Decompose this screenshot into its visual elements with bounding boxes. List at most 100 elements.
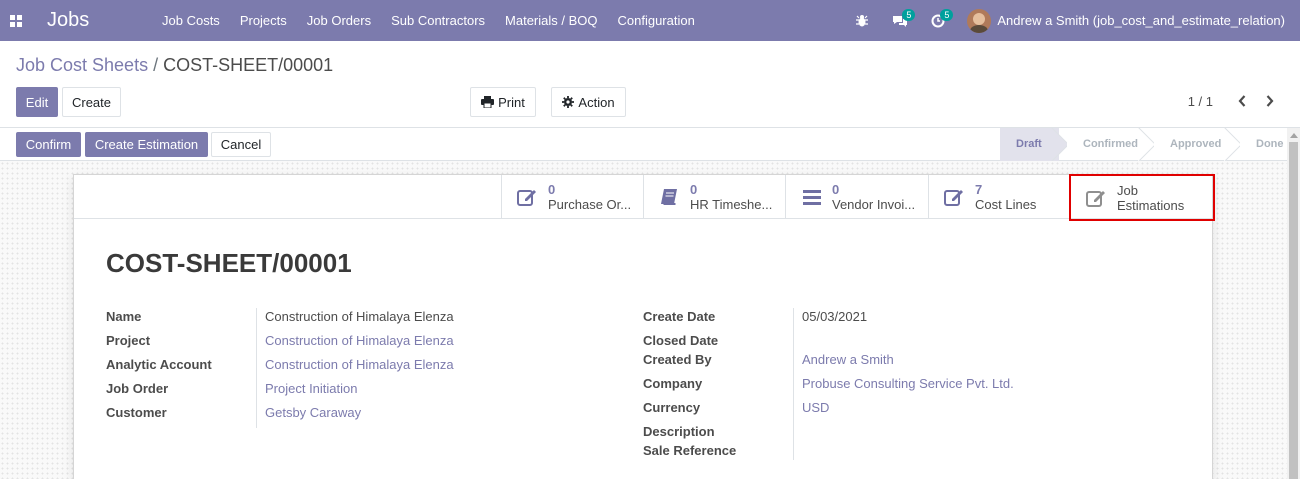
stage-draft: Draft (1000, 128, 1059, 161)
pager-previous-button[interactable] (1234, 92, 1250, 110)
hr-timesheets-smart-button[interactable]: 0 HR Timeshe... (643, 175, 786, 219)
analytic-account-link[interactable]: Construction of Himalaya Elenza (265, 357, 454, 372)
activities-badge: 5 (940, 9, 954, 21)
pager-value[interactable]: 1 / 1 (1188, 94, 1213, 109)
smart-button-box: 0 Purchase Or... 0 HR Timeshe... 0 Vendor I… (74, 174, 1215, 221)
stage-done-label: Done (1256, 138, 1284, 150)
vendor-invoices-smart-button[interactable]: 0 Vendor Invoi... (785, 175, 928, 219)
main-menu: Job Costs Projects Job Orders Sub Contra… (152, 0, 705, 41)
pager-next-button[interactable] (1262, 92, 1278, 110)
description-label: Description (643, 424, 715, 439)
created-by-link[interactable]: Andrew a Smith (802, 352, 894, 367)
stage-confirmed-label: Confirmed (1083, 138, 1138, 150)
debug-bug-icon[interactable] (843, 0, 881, 41)
stage-draft-label: Draft (1016, 138, 1042, 150)
control-panel: Job Cost Sheets / COST-SHEET/00001 Edit Cr… (0, 41, 1300, 128)
menu-job-orders[interactable]: Job Orders (297, 0, 381, 41)
messaging-icon[interactable]: 5 (881, 0, 919, 41)
activity-clock-icon[interactable]: 5 (919, 0, 957, 41)
print-label: Print (498, 94, 525, 110)
purchase-orders-label: Purchase Or... (548, 197, 632, 212)
menu-materials-boq[interactable]: Materials / BOQ (495, 0, 607, 41)
edit-button[interactable]: Edit (16, 87, 58, 117)
breadcrumb: Job Cost Sheets / COST-SHEET/00001 (16, 55, 333, 76)
action-label: Action (578, 94, 615, 110)
create-estimation-button[interactable]: Create Estimation (85, 132, 208, 157)
chevron-left-icon (1238, 95, 1246, 107)
stage-confirmed: Confirmed (1059, 128, 1146, 161)
company-label: Company (643, 376, 703, 391)
chevron-right-icon (1266, 95, 1274, 107)
vendor-invoices-label: Vendor Invoi... (832, 197, 916, 212)
menu-job-costs[interactable]: Job Costs (152, 0, 230, 41)
name-value: Construction of Himalaya Elenza (265, 309, 454, 324)
menu-configuration[interactable]: Configuration (608, 0, 705, 41)
currency-label: Currency (643, 400, 701, 415)
status-stages: Draft Confirmed Approved Done (1000, 128, 1287, 161)
purchase-orders-count: 0 (548, 182, 556, 197)
form-sheet: 0 Purchase Or... 0 HR Timeshe... 0 Vendor I… (73, 174, 1215, 479)
print-button[interactable]: Print (470, 87, 536, 117)
left-group-divider (256, 308, 257, 428)
create-date-label: Create Date (643, 309, 716, 324)
created-by-label: Created By (643, 352, 712, 367)
job-order-link[interactable]: Project Initiation (265, 381, 358, 396)
print-icon (481, 96, 495, 108)
project-link[interactable]: Construction of Himalaya Elenza (265, 333, 454, 348)
job-estimations-smart-button[interactable]: Job Estimations (1069, 174, 1215, 221)
breadcrumb-current: COST-SHEET/00001 (163, 55, 334, 75)
hr-timesheets-count: 0 (690, 182, 698, 197)
confirm-button[interactable]: Confirm (16, 132, 81, 157)
stage-done: Done (1232, 128, 1287, 161)
job-estimations-label-line2: Estimations (1117, 197, 1185, 213)
edit-icon (1086, 187, 1108, 209)
cancel-button[interactable]: Cancel (211, 132, 271, 157)
create-button[interactable]: Create (62, 87, 121, 117)
right-field-group: Create Date 05/03/2021 Closed Date Create… (643, 305, 1183, 463)
gear-icon (562, 96, 575, 108)
closed-date-label: Closed Date (643, 333, 719, 348)
breadcrumb-job-cost-sheets[interactable]: Job Cost Sheets (16, 55, 148, 75)
create-date-value: 05/03/2021 (802, 309, 868, 324)
apps-menu-icon[interactable] (0, 0, 32, 41)
top-navbar: Jobs Job Costs Projects Job Orders Sub C… (0, 0, 1300, 41)
vendor-invoices-count: 0 (832, 182, 840, 197)
stage-approved-label: Approved (1170, 138, 1222, 150)
cost-lines-smart-button[interactable]: 7 Cost Lines (928, 175, 1071, 219)
messages-badge: 5 (902, 9, 916, 21)
scroll-up-arrow-icon[interactable] (1290, 133, 1298, 138)
left-field-group: Name Construction of Himalaya Elenza Proj… (106, 305, 606, 425)
menu-projects[interactable]: Projects (230, 0, 297, 41)
company-link[interactable]: Probuse Consulting Service Pvt. Ltd. (802, 376, 1014, 391)
systray: 5 5 Andrew a Smith (job_cost_and_estimat… (843, 0, 1300, 41)
breadcrumb-separator: / (153, 55, 159, 75)
action-button[interactable]: Action (551, 87, 626, 117)
record-title: COST-SHEET/00001 (106, 248, 352, 278)
stage-approved: Approved (1146, 128, 1232, 161)
edit-icon (944, 186, 966, 208)
user-name: Andrew a Smith (job_cost_and_estimate_re… (997, 13, 1285, 28)
currency-link[interactable]: USD (802, 400, 829, 415)
menu-sub-contractors[interactable]: Sub Contractors (381, 0, 495, 41)
book-icon (659, 186, 681, 208)
avatar (967, 8, 992, 33)
customer-label: Customer (106, 405, 167, 420)
right-group-divider (793, 308, 794, 460)
purchase-orders-smart-button[interactable]: 0 Purchase Or... (501, 175, 644, 219)
statusbar: Confirm Create Estimation Cancel Draft C… (0, 128, 1300, 161)
customer-link[interactable]: Getsby Caraway (265, 405, 361, 420)
list-icon (801, 186, 823, 208)
analytic-account-label: Analytic Account (106, 357, 212, 372)
page-scrollbar[interactable] (1287, 128, 1300, 479)
app-name[interactable]: Jobs (47, 9, 137, 32)
edit-icon (517, 186, 539, 208)
cost-lines-count: 7 (975, 182, 983, 197)
project-label: Project (106, 333, 151, 348)
cost-lines-label: Cost Lines (975, 197, 1037, 212)
name-label: Name (106, 309, 142, 324)
scroll-thumb[interactable] (1289, 142, 1298, 479)
user-menu[interactable]: Andrew a Smith (job_cost_and_estimate_re… (967, 8, 1300, 33)
job-order-label: Job Order (106, 381, 169, 396)
sale-reference-label: Sale Reference (643, 443, 737, 458)
hr-timesheets-label: HR Timeshe... (690, 197, 773, 212)
